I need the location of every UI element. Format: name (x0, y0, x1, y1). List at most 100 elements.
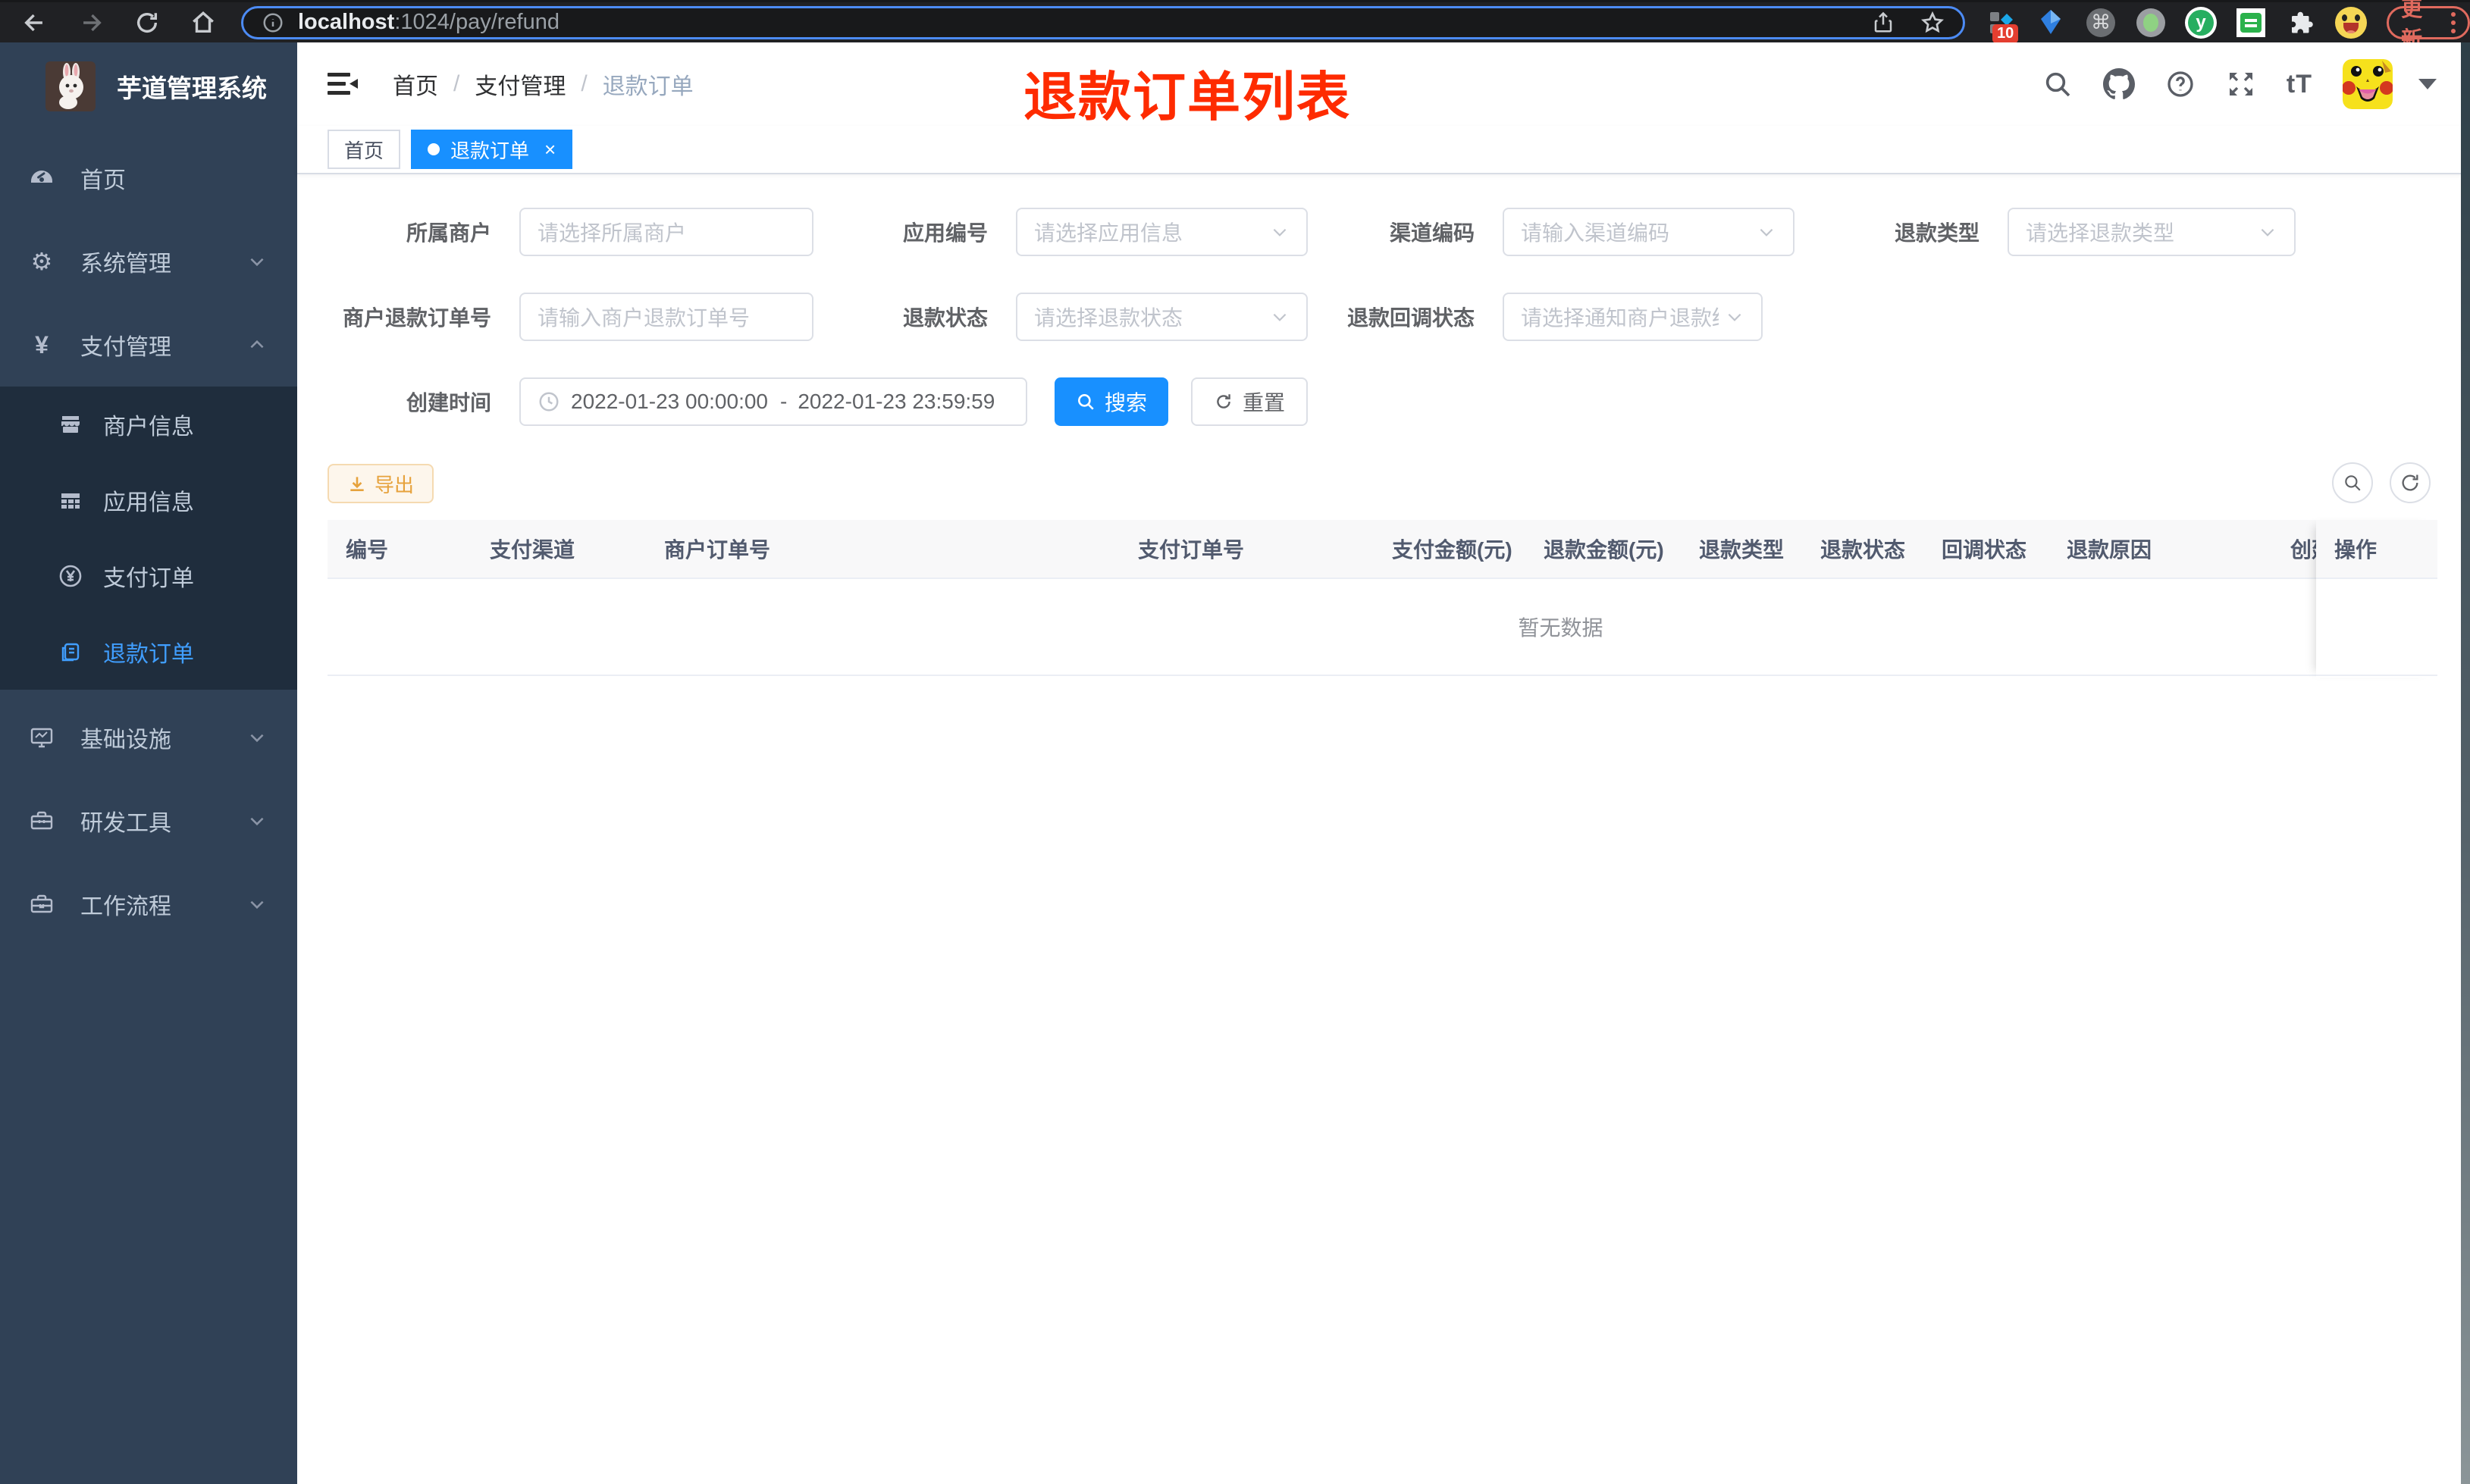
share-icon[interactable] (1872, 11, 1895, 34)
reset-button[interactable]: 重置 (1191, 377, 1309, 426)
placeholder: 请选择所属商户 (538, 221, 687, 245)
export-button-label: 导出 (375, 473, 415, 496)
sidebar-item-label: 基础设施 (80, 728, 171, 753)
search-button[interactable]: 搜索 (1055, 377, 1169, 426)
font-size-icon[interactable]: tT (2287, 70, 2312, 99)
sidebar-item-payment[interactable]: ¥ 支付管理 (0, 303, 297, 387)
forward-icon[interactable] (76, 8, 106, 38)
channel-select[interactable]: 请输入渠道编码 (1503, 208, 1795, 256)
refresh-table-button[interactable] (2390, 462, 2431, 503)
yen-icon: ¥ (35, 330, 49, 358)
gear-icon: ⚙ (30, 248, 53, 275)
notify-status-select[interactable]: 请选择通知商户退款结果( (1503, 293, 1763, 341)
reload-icon[interactable] (132, 8, 162, 38)
github-icon[interactable] (2102, 68, 2135, 100)
sidebar-item-infrastructure[interactable]: 基础设施 (0, 696, 297, 779)
browser-nav (20, 8, 218, 38)
breadcrumb-payment[interactable]: 支付管理 (475, 67, 566, 101)
extension-emoji-icon[interactable] (2335, 6, 2368, 39)
extension-y-icon[interactable]: y (2185, 6, 2218, 39)
column-header-actions: 操作 (2316, 520, 2437, 579)
monitor-icon (27, 725, 56, 750)
sidebar-item-app-info[interactable]: 应用信息 (0, 462, 297, 538)
kebab-menu-icon (2451, 11, 2456, 33)
placeholder: 请选择退款状态 (1034, 306, 1183, 330)
sidebar-item-home[interactable]: 首页 (0, 136, 297, 220)
sidebar-item-dev-tools[interactable]: 研发工具 (0, 779, 297, 863)
caret-down-icon[interactable] (2418, 79, 2437, 89)
date-end-value: 2022-01-23 23:59:59 (798, 390, 995, 413)
app-logo[interactable]: 芋道管理系统 (0, 42, 297, 130)
filter-app-label: 应用编号 (902, 221, 988, 245)
filter-row-2: 商户退款订单号 请输入商户退款订单号 退款状态 请选择退款状态 退款回调状态 请… (328, 293, 2470, 341)
column-header: 商户订单号 (664, 538, 771, 562)
filter-row-1: 所属商户 请选择所属商户 应用编号 请选择应用信息 渠道编码 请输入渠道编码 退… (328, 208, 2470, 256)
header-actions: tT (2042, 42, 2437, 126)
logo-rabbit-image (45, 61, 96, 111)
chevron-down-icon (247, 728, 267, 747)
sidebar-item-pay-order[interactable]: 支付订单 (0, 538, 297, 614)
extension-command-icon[interactable]: ⌘ (2085, 7, 2117, 39)
download-icon (350, 477, 364, 491)
url-bar[interactable]: localhost:1024/pay/refund (241, 5, 1966, 39)
window-scrollbar-strip[interactable] (2461, 42, 2470, 1484)
reset-button-label: 重置 (1243, 391, 1286, 415)
column-header: 退款金额(元) (1544, 538, 1664, 562)
extension-recorder-icon[interactable] (2135, 7, 2167, 39)
export-button[interactable]: 导出 (328, 464, 434, 503)
sidebar-item-system[interactable]: ⚙ 系统管理 (0, 220, 297, 303)
tag-label: 退款订单 (450, 139, 530, 162)
tag-home[interactable]: 首页 (328, 130, 401, 169)
site-info-icon[interactable] (262, 11, 284, 34)
refund-table: 编号 支付渠道 商户订单号 支付订单号 支付金额(元) 退款金额(元) 退款类型… (328, 520, 2437, 678)
clock-icon (538, 390, 560, 413)
app-select[interactable]: 请选择应用信息 (1016, 208, 1308, 256)
extension-chat-icon[interactable] (2235, 7, 2267, 39)
sidebar-item-label: 商户信息 (103, 415, 194, 440)
sidebar-item-merchant-info[interactable]: 商户信息 (0, 387, 297, 462)
extension-kite-icon[interactable] (2035, 7, 2067, 39)
search-icon[interactable] (2042, 69, 2073, 99)
breadcrumb-home[interactable]: 首页 (393, 67, 438, 101)
create-time-range-picker[interactable]: 2022-01-23 00:00:00 - 2022-01-23 23:59:5… (519, 377, 1027, 426)
bookmark-star-icon[interactable] (1920, 11, 1945, 35)
sidebar-menu-bottom: 基础设施 研发工具 工作流程 (0, 690, 297, 946)
refresh-icon (2402, 474, 2418, 491)
page-content: 所属商户 请选择所属商户 应用编号 请选择应用信息 渠道编码 请输入渠道编码 退… (297, 174, 2470, 678)
table-fixed-column: 操作 (2316, 520, 2437, 678)
sidebar-item-refund-order[interactable]: 退款订单 (0, 614, 297, 690)
app-frame: 芋道管理系统 首页 ⚙ 系统管理 ¥ 支付管理 商户信息 应用信息 支付订单 退… (0, 42, 2470, 1484)
chevron-down-icon (1270, 222, 1290, 242)
grid-table-icon (56, 488, 85, 512)
fullscreen-icon[interactable] (2226, 69, 2256, 99)
extensions-puzzle-icon[interactable] (2285, 7, 2317, 39)
sidebar-collapse-icon[interactable] (326, 70, 359, 99)
url-path: :1024/pay/refund (394, 10, 560, 34)
refund-type-select[interactable]: 请选择退款类型 (2008, 208, 2296, 256)
toolbox-icon (27, 808, 56, 834)
chevron-down-icon (1725, 307, 1744, 327)
toggle-search-button[interactable] (2332, 462, 2373, 503)
avatar[interactable] (2343, 59, 2393, 109)
browser-update-menu[interactable]: 更新 (2387, 0, 2470, 51)
help-icon[interactable] (2165, 69, 2196, 99)
column-header: 编号 (346, 538, 389, 562)
extension-blocks-icon[interactable]: 10 (1985, 7, 2019, 43)
home-icon[interactable] (188, 8, 218, 38)
tag-refund-order[interactable]: 退款订单 × (411, 130, 573, 169)
command-glyph: ⌘ (2086, 8, 2116, 37)
merchant-refund-no-input[interactable]: 请输入商户退款订单号 (519, 293, 813, 341)
tag-dot-icon (428, 143, 440, 155)
search-icon (2345, 475, 2361, 491)
owner-select[interactable]: 请选择所属商户 (519, 208, 813, 256)
sidebar: 芋道管理系统 首页 ⚙ 系统管理 ¥ 支付管理 商户信息 应用信息 支付订单 退… (0, 42, 297, 1484)
filter-create-time-label: 创建时间 (406, 391, 491, 415)
sidebar-item-workflow[interactable]: 工作流程 (0, 863, 297, 946)
back-icon[interactable] (20, 8, 50, 38)
column-header: 回调状态 (1942, 538, 2027, 562)
refund-status-select[interactable]: 请选择退款状态 (1016, 293, 1308, 341)
column-header: 支付订单号 (1138, 538, 1245, 562)
empty-text: 暂无数据 (1518, 616, 1603, 640)
sidebar-item-label: 支付管理 (80, 335, 171, 360)
close-icon[interactable]: × (544, 138, 556, 161)
